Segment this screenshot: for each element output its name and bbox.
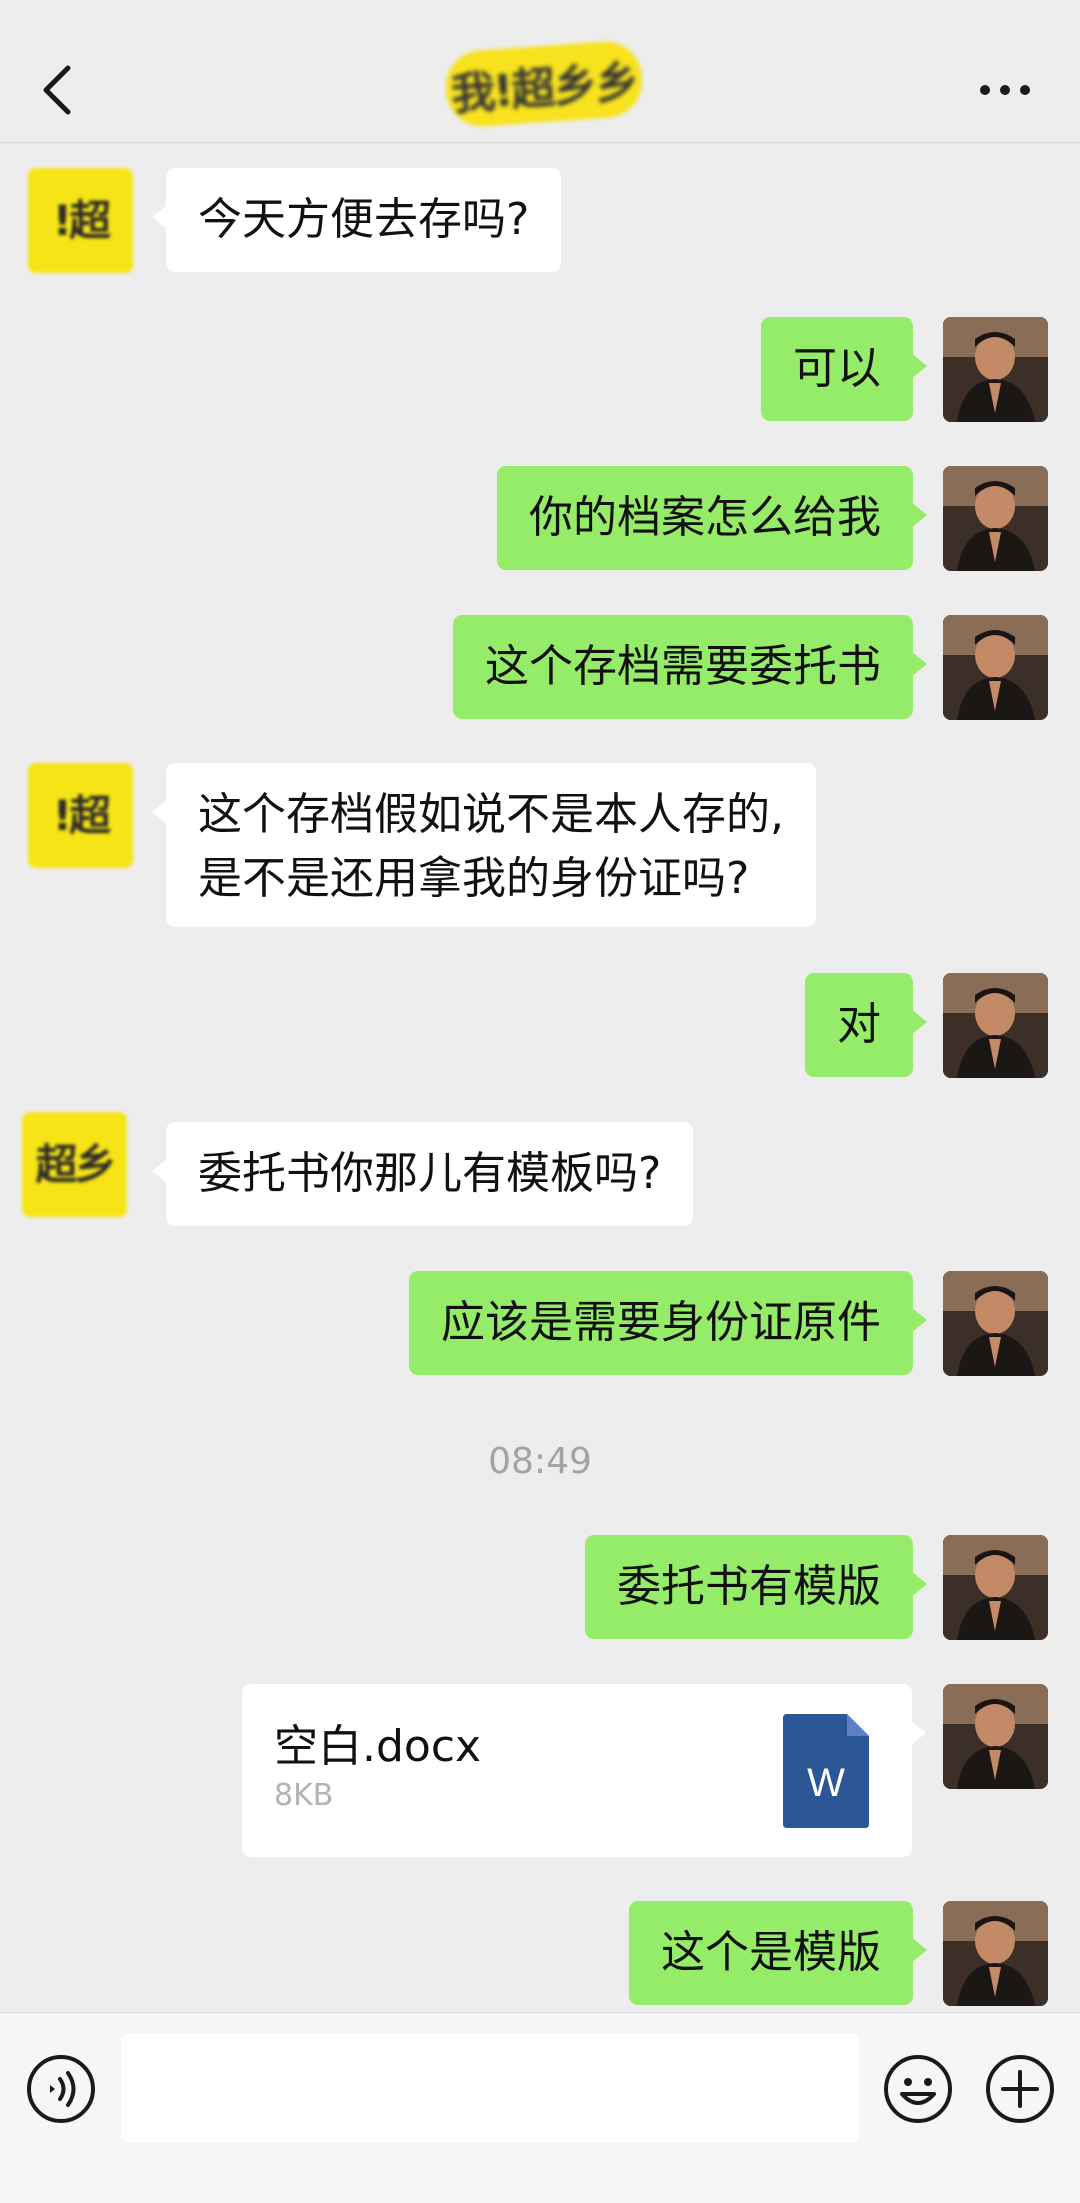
message-timestamp: 08:49 [488,1441,592,1482]
outgoing-message-bubble[interactable]: 可以 [761,317,927,421]
my-avatar[interactable] [943,1901,1048,2006]
my-avatar[interactable] [943,615,1048,720]
voice-icon[interactable] [26,2054,96,2124]
my-avatar[interactable] [943,973,1048,1078]
emoji-icon[interactable] [883,2054,953,2124]
message-list[interactable]: !超 今天方便去存吗? 可以 你的档案怎么给我 这个存档需要委托书 !超 这个存… [0,143,1080,2012]
outgoing-message-bubble[interactable]: 对 [805,973,927,1077]
svg-text:W: W [807,1761,845,1805]
contact-avatar[interactable]: !超 [28,763,133,868]
outgoing-message-bubble[interactable]: 应该是需要身份证原件 [409,1271,927,1375]
chat-title[interactable]: 我!超乡乡 [443,39,645,129]
chat-header: 我!超乡乡 [0,0,1080,143]
incoming-message-bubble[interactable]: 这个存档假如说不是本人存的, 是不是还用拿我的身份证吗? [152,763,816,927]
my-avatar[interactable] [943,466,1048,571]
message-input[interactable] [121,2033,859,2143]
my-avatar[interactable] [943,1535,1048,1640]
incoming-message-bubble[interactable]: 今天方便去存吗? [151,168,562,272]
contact-avatar[interactable]: 超乡 [22,1112,127,1217]
input-bar [0,2012,1080,2203]
my-avatar[interactable] [943,1271,1048,1376]
my-avatar[interactable] [943,1684,1048,1789]
my-avatar[interactable] [943,317,1048,422]
chevron-left-icon[interactable] [38,62,78,118]
file-message-card[interactable]: 空白.docx 8KB W [242,1684,926,1857]
file-size: 8KB [274,1778,334,1813]
outgoing-message-bubble[interactable]: 这个存档需要委托书 [453,615,927,719]
outgoing-message-bubble[interactable]: 委托书有模版 [585,1535,927,1639]
plus-circle-icon[interactable] [985,2054,1055,2124]
word-document-icon: W [783,1714,869,1828]
more-horizontal-icon[interactable] [978,80,1032,100]
contact-avatar[interactable]: !超 [28,168,133,273]
outgoing-message-bubble[interactable]: 你的档案怎么给我 [497,466,927,570]
file-name: 空白.docx [274,1721,482,1772]
incoming-message-bubble[interactable]: 委托书你那儿有模板吗? [151,1122,694,1226]
outgoing-message-bubble[interactable]: 这个是模版 [629,1901,927,2005]
